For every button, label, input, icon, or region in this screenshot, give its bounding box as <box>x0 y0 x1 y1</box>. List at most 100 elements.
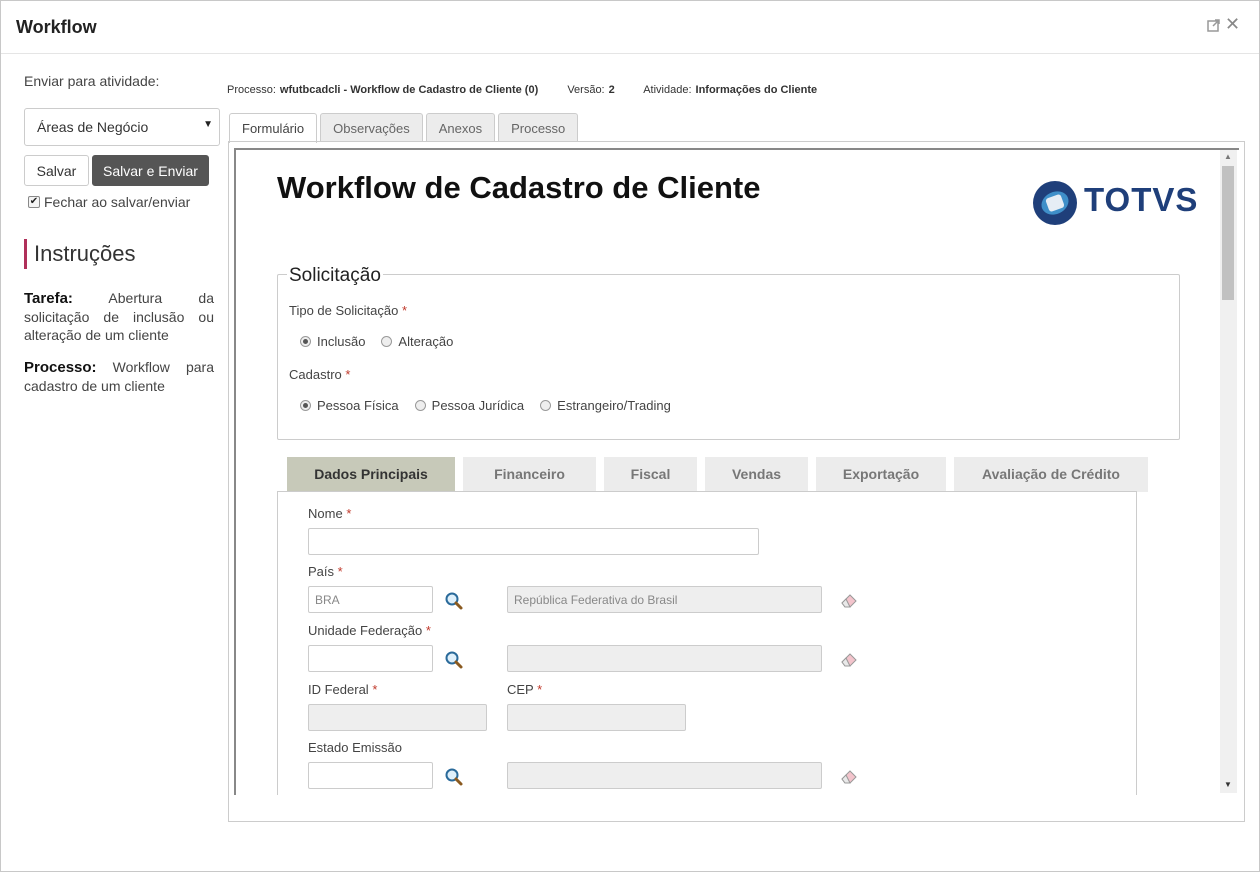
scrollbar-thumb[interactable] <box>1222 166 1234 300</box>
tab-formulario[interactable]: Formulário <box>229 113 318 143</box>
required-mark: * <box>537 682 543 697</box>
estado-emissao-label: Estado Emissão <box>308 740 402 755</box>
sidebar: Enviar para atividade: Áreas de Negócio … <box>1 55 229 871</box>
save-and-send-button[interactable]: Salvar e Enviar <box>92 155 209 186</box>
totvs-logo-text: TOTVS <box>1084 181 1199 218</box>
radio-pessoa-fisica[interactable]: Pessoa Física <box>300 398 399 413</box>
radio-estrangeiro-trading[interactable]: Estrangeiro/Trading <box>540 398 671 413</box>
required-mark: * <box>345 367 351 382</box>
pais-code-input[interactable]: BRA <box>308 586 433 613</box>
pais-label-text: País <box>308 564 335 579</box>
radio-button[interactable] <box>540 400 552 411</box>
tab-processo[interactable]: Processo <box>498 113 579 142</box>
cep-label-text: CEP <box>507 682 534 697</box>
cep-input[interactable] <box>507 704 686 731</box>
instructions-accent-bar <box>24 239 27 269</box>
form-scrollbar[interactable]: ▲ ▼ <box>1220 150 1237 793</box>
instructions-title: Instruções <box>34 241 136 266</box>
version-value: 2 <box>608 84 615 96</box>
nome-label: Nome * <box>308 506 351 521</box>
cep-label: CEP * <box>507 682 542 697</box>
close-icon[interactable]: ✕ <box>1225 15 1240 33</box>
radio-label: Inclusão <box>317 334 366 349</box>
scroll-up-icon[interactable]: ▲ <box>1224 152 1232 161</box>
version-label: Versão: <box>567 84 605 96</box>
tab-anexos[interactable]: Anexos <box>425 113 496 142</box>
task-label: Tarefa: <box>24 290 73 307</box>
process-instruction: Processo: Workflow para cadastro de um c… <box>24 358 214 395</box>
radio-pessoa-juridica[interactable]: Pessoa Jurídica <box>414 398 525 413</box>
uf-label: Unidade Federação * <box>308 623 431 638</box>
required-mark: * <box>372 682 378 697</box>
estado-emissao-label-text: Estado Emissão <box>308 740 402 755</box>
workflow-window: Workflow ✕ Enviar para atividade: Áreas … <box>0 0 1260 872</box>
required-mark: * <box>425 623 431 638</box>
tipo-solicitacao-radios: Inclusão Alteração <box>300 334 469 349</box>
scroll-down-icon[interactable]: ▼ <box>1224 780 1232 789</box>
radio-label: Alteração <box>398 334 454 349</box>
eraser-icon[interactable] <box>839 651 859 667</box>
pais-label: País * <box>308 564 343 579</box>
activity-select-value: Áreas de Negócio <box>37 119 149 135</box>
eraser-icon[interactable] <box>839 592 859 608</box>
radio-alteracao[interactable]: Alteração <box>381 334 453 349</box>
tab-fiscal[interactable]: Fiscal <box>604 457 697 492</box>
title-bar: Workflow ✕ <box>1 1 1259 54</box>
send-to-activity-label: Enviar para atividade: <box>24 73 160 89</box>
radio-button[interactable] <box>414 400 426 411</box>
uf-name-input <box>507 645 822 672</box>
cadastro-label: Cadastro * <box>289 367 350 382</box>
radio-button[interactable] <box>300 400 311 411</box>
process-meta-value: wfutbcadcli - Workflow de Cadastro de Cl… <box>279 84 539 96</box>
activity-value: Informações do Cliente <box>695 84 818 96</box>
eraser-icon[interactable] <box>839 768 859 784</box>
estado-emissao-name-input <box>507 762 822 789</box>
required-mark: * <box>337 564 343 579</box>
id-federal-input[interactable] <box>308 704 487 731</box>
search-icon[interactable] <box>444 591 464 611</box>
pais-name-input: República Federativa do Brasil <box>507 586 822 613</box>
nome-input[interactable] <box>308 528 759 555</box>
radio-label: Pessoa Jurídica <box>431 398 525 413</box>
radio-button[interactable] <box>381 336 393 347</box>
tab-observacoes[interactable]: Observações <box>320 113 423 142</box>
tipo-solicitacao-label: Tipo de Solicitação * <box>289 303 407 318</box>
tab-financeiro[interactable]: Financeiro <box>463 457 596 492</box>
radio-inclusao[interactable]: Inclusão <box>300 334 365 349</box>
estado-emissao-code-input[interactable] <box>308 762 433 789</box>
close-on-save-label: Fechar ao salvar/enviar <box>44 194 191 210</box>
radio-label: Estrangeiro/Trading <box>557 398 671 413</box>
totvs-logo-icon <box>1033 181 1077 225</box>
tab-dados-principais[interactable]: Dados Principais <box>287 457 455 492</box>
main-tabs: Formulário Observações Anexos Processo <box>229 113 581 143</box>
tab-avaliacao-credito[interactable]: Avaliação de Crédito <box>954 457 1148 492</box>
search-icon[interactable] <box>444 767 464 787</box>
cadastro-radios: Pessoa Física Pessoa Jurídica Estrangeir… <box>300 398 687 413</box>
process-meta-label: Processo: <box>227 84 276 96</box>
nome-label-text: Nome <box>308 506 343 521</box>
save-button[interactable]: Salvar <box>24 155 89 186</box>
radio-button[interactable] <box>300 336 311 347</box>
process-meta: Processo: wfutbcadcli - Workflow de Cadas… <box>227 84 843 96</box>
close-on-save-checkbox[interactable]: ✔ <box>28 196 40 208</box>
tab-vendas[interactable]: Vendas <box>705 457 808 492</box>
tipo-solicitacao-label-text: Tipo de Solicitação <box>289 303 399 318</box>
cadastro-label-text: Cadastro <box>289 367 342 382</box>
process-label: Processo: <box>24 359 97 376</box>
form-title: Workflow de Cadastro de Cliente <box>277 170 761 205</box>
search-icon[interactable] <box>444 650 464 670</box>
activity-select[interactable]: Áreas de Negócio ▼ <box>24 108 220 146</box>
task-instruction: Tarefa: Abertura da solicitação de inclu… <box>24 289 214 344</box>
required-mark: * <box>401 303 408 318</box>
window-title: Workflow <box>16 17 97 37</box>
activity-label: Atividade: <box>643 84 692 96</box>
restore-window-icon[interactable] <box>1207 18 1221 32</box>
radio-label: Pessoa Física <box>317 398 399 413</box>
uf-code-input[interactable] <box>308 645 433 672</box>
form-section-tabs: Dados Principais Financeiro Fiscal Venda… <box>287 457 1156 492</box>
close-on-save-checkbox-row[interactable]: ✔ Fechar ao salvar/enviar <box>28 194 190 210</box>
required-mark: * <box>346 506 352 521</box>
tab-exportacao[interactable]: Exportação <box>816 457 946 492</box>
id-federal-label-text: ID Federal <box>308 682 369 697</box>
form-frame: Workflow de Cadastro de Cliente TOTVS So… <box>234 148 1239 795</box>
